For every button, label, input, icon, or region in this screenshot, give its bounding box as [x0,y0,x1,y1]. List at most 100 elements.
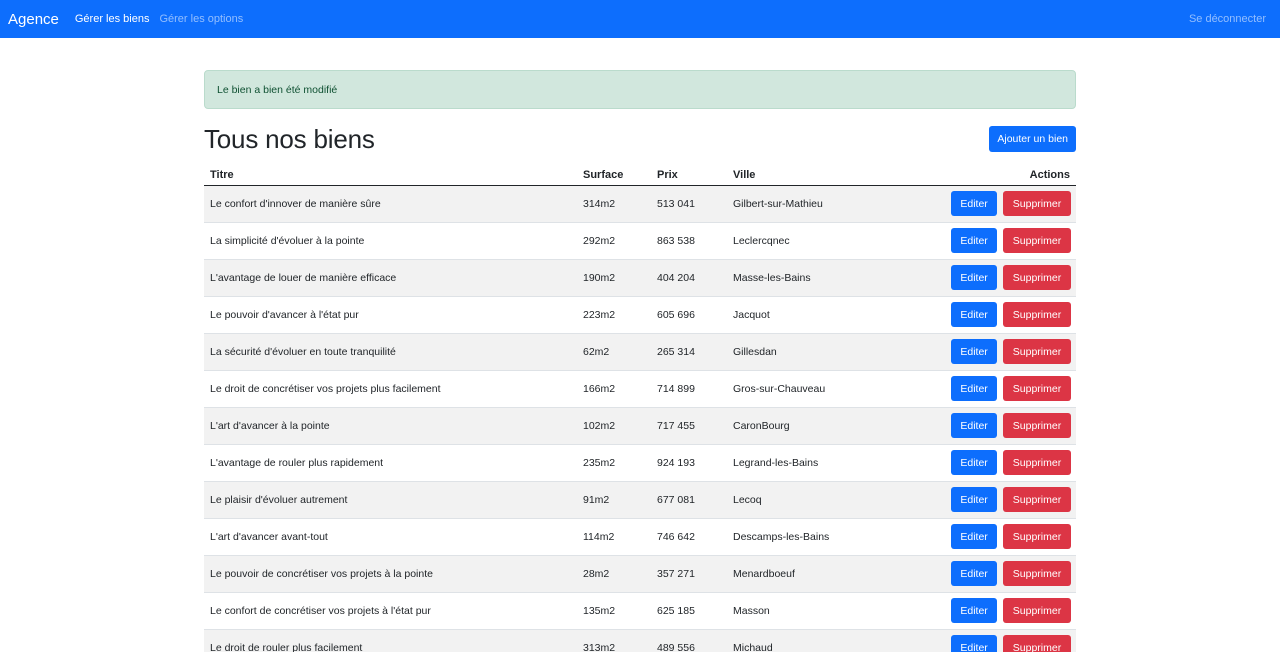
delete-button[interactable]: Supprimer [1003,265,1071,290]
nav-link-manage-properties[interactable]: Gérer les biens [75,13,150,25]
table-row: Le pouvoir d'avancer à l'état pur 223m2 … [204,296,1076,334]
cell-actions: Editer Supprimer [917,555,1076,593]
table-header-row: Titre Surface Prix Ville Actions [204,166,1076,186]
cell-ville: Jacquot [727,296,917,334]
cell-titre: La simplicité d'évoluer à la pointe [204,222,577,260]
cell-ville: Menardboeuf [727,555,917,593]
edit-button[interactable]: Editer [951,265,998,290]
success-alert: Le bien a bien été modifié [204,70,1076,109]
cell-surface: 102m2 [577,407,651,445]
cell-surface: 28m2 [577,555,651,593]
cell-actions: Editer Supprimer [917,259,1076,297]
table-body: Le confort d'innover de manière sûre 314… [204,185,1076,652]
cell-prix: 513 041 [651,185,727,223]
cell-actions: Editer Supprimer [917,370,1076,408]
logout-link[interactable]: Se déconnecter [1189,13,1266,25]
cell-titre: Le droit de rouler plus facilement [204,629,577,652]
column-header-surface: Surface [577,166,651,186]
cell-surface: 190m2 [577,259,651,297]
table-row: L'avantage de rouler plus rapidement 235… [204,444,1076,482]
cell-surface: 314m2 [577,185,651,223]
delete-button[interactable]: Supprimer [1003,339,1071,364]
cell-prix: 265 314 [651,333,727,371]
cell-actions: Editer Supprimer [917,481,1076,519]
brand-link[interactable]: Agence [8,11,59,28]
cell-titre: La sécurité d'évoluer en toute tranquili… [204,333,577,371]
cell-titre: L'art d'avancer à la pointe [204,407,577,445]
cell-titre: L'avantage de rouler plus rapidement [204,444,577,482]
cell-ville: Michaud [727,629,917,652]
table-row: Le plaisir d'évoluer autrement 91m2 677 … [204,481,1076,519]
cell-titre: Le pouvoir d'avancer à l'état pur [204,296,577,334]
delete-button[interactable]: Supprimer [1003,450,1071,475]
edit-button[interactable]: Editer [951,302,998,327]
table-row: La simplicité d'évoluer à la pointe 292m… [204,222,1076,260]
column-header-titre: Titre [204,166,577,186]
cell-ville: Descamps-les-Bains [727,518,917,556]
cell-surface: 135m2 [577,592,651,630]
cell-prix: 404 204 [651,259,727,297]
edit-button[interactable]: Editer [951,598,998,623]
alert-message: Le bien a bien été modifié [217,83,338,96]
cell-titre: Le confort d'innover de manière sûre [204,185,577,223]
cell-ville: Lecoq [727,481,917,519]
cell-actions: Editer Supprimer [917,333,1076,371]
cell-prix: 746 642 [651,518,727,556]
edit-button[interactable]: Editer [951,524,998,549]
delete-button[interactable]: Supprimer [1003,561,1071,586]
cell-prix: 489 556 [651,629,727,652]
cell-surface: 62m2 [577,333,651,371]
table-row: L'art d'avancer avant-tout 114m2 746 642… [204,518,1076,556]
table-row: L'avantage de louer de manière efficace … [204,259,1076,297]
delete-button[interactable]: Supprimer [1003,376,1071,401]
cell-titre: Le droit de concrétiser vos projets plus… [204,370,577,408]
cell-titre: Le pouvoir de concrétiser vos projets à … [204,555,577,593]
cell-ville: CaronBourg [727,407,917,445]
cell-ville: Masson [727,592,917,630]
edit-button[interactable]: Editer [951,450,998,475]
cell-surface: 223m2 [577,296,651,334]
edit-button[interactable]: Editer [951,191,998,216]
nav-link-manage-options[interactable]: Gérer les options [159,13,243,25]
table-row: Le droit de rouler plus facilement 313m2… [204,629,1076,652]
column-header-ville: Ville [727,166,917,186]
page-title: Tous nos biens [204,123,375,154]
cell-ville: Gillesdan [727,333,917,371]
table-row: Le confort de concrétiser vos projets à … [204,592,1076,630]
edit-button[interactable]: Editer [951,487,998,512]
delete-button[interactable]: Supprimer [1003,598,1071,623]
cell-surface: 235m2 [577,444,651,482]
cell-prix: 714 899 [651,370,727,408]
table-row: Le pouvoir de concrétiser vos projets à … [204,555,1076,593]
cell-ville: Leclercqnec [727,222,917,260]
edit-button[interactable]: Editer [951,228,998,253]
delete-button[interactable]: Supprimer [1003,524,1071,549]
delete-button[interactable]: Supprimer [1003,302,1071,327]
edit-button[interactable]: Editer [951,339,998,364]
delete-button[interactable]: Supprimer [1003,635,1071,652]
cell-actions: Editer Supprimer [917,407,1076,445]
cell-prix: 863 538 [651,222,727,260]
delete-button[interactable]: Supprimer [1003,413,1071,438]
edit-button[interactable]: Editer [951,635,998,652]
add-property-button[interactable]: Ajouter un bien [989,126,1076,152]
cell-ville: Gilbert-sur-Mathieu [727,185,917,223]
cell-prix: 625 185 [651,592,727,630]
cell-actions: Editer Supprimer [917,444,1076,482]
delete-button[interactable]: Supprimer [1003,487,1071,512]
cell-surface: 313m2 [577,629,651,652]
delete-button[interactable]: Supprimer [1003,228,1071,253]
edit-button[interactable]: Editer [951,376,998,401]
cell-ville: Gros-sur-Chauveau [727,370,917,408]
cell-actions: Editer Supprimer [917,222,1076,260]
cell-surface: 114m2 [577,518,651,556]
cell-prix: 605 696 [651,296,727,334]
delete-button[interactable]: Supprimer [1003,191,1071,216]
edit-button[interactable]: Editer [951,413,998,438]
cell-ville: Masse-les-Bains [727,259,917,297]
properties-table: Titre Surface Prix Ville Actions Le conf… [204,166,1076,652]
cell-titre: Le plaisir d'évoluer autrement [204,481,577,519]
page-header: Tous nos biens Ajouter un bien [204,123,1076,155]
table-row: L'art d'avancer à la pointe 102m2 717 45… [204,407,1076,445]
edit-button[interactable]: Editer [951,561,998,586]
